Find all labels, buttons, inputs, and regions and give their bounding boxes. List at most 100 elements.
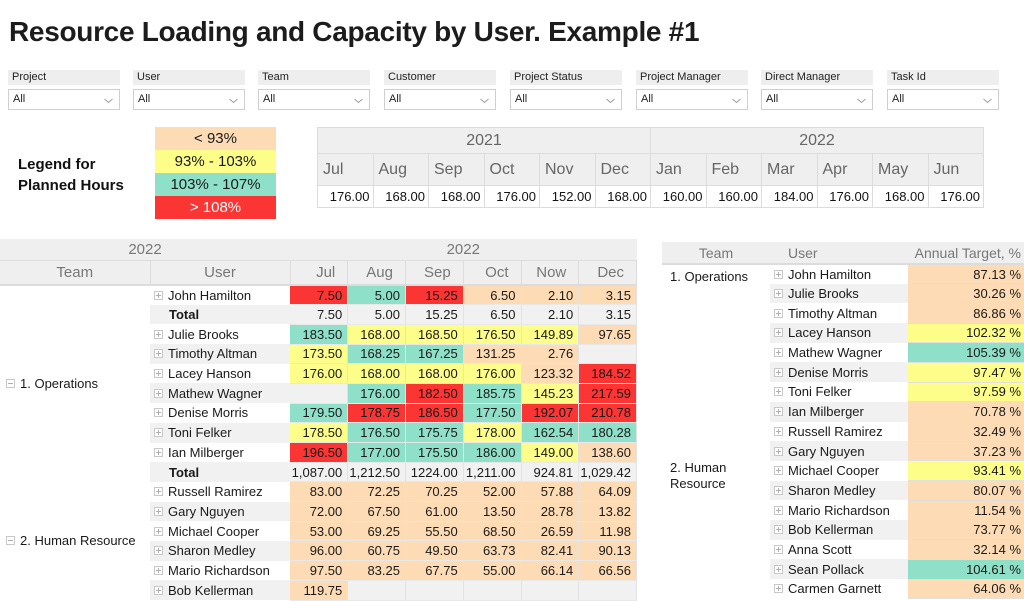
- expand-icon[interactable]: [774, 289, 783, 299]
- month-column-header[interactable]: Jul: [290, 260, 349, 286]
- month-column-header[interactable]: Aug: [347, 260, 406, 286]
- user-cell: Anna Scott: [770, 539, 908, 560]
- user-column-header[interactable]: User: [150, 260, 291, 286]
- expand-icon[interactable]: [774, 348, 783, 358]
- month-column-header[interactable]: Now: [521, 260, 580, 286]
- value-cell: 186.50: [405, 403, 464, 424]
- expand-icon[interactable]: [774, 544, 783, 554]
- chevron-down-icon[interactable]: [732, 93, 741, 104]
- expand-icon[interactable]: [774, 485, 783, 495]
- month-column-header[interactable]: Dec: [578, 260, 637, 286]
- chevron-down-icon[interactable]: [229, 93, 238, 104]
- team-name: 1. Operations: [20, 376, 99, 392]
- value-cell: 61.00: [405, 501, 464, 522]
- month-column-header[interactable]: Sep: [405, 260, 464, 286]
- chevron-down-icon[interactable]: [104, 93, 113, 104]
- team-name: 2. Human Resource: [20, 533, 136, 549]
- total-label: Total: [169, 464, 200, 480]
- project-status-dropdown[interactable]: All: [510, 89, 622, 110]
- expand-icon[interactable]: [774, 446, 783, 456]
- value-cell: [405, 580, 464, 601]
- expand-icon[interactable]: [774, 308, 783, 318]
- user-name: Denise Morris: [788, 364, 869, 380]
- project-dropdown[interactable]: All: [8, 89, 120, 110]
- expand-icon[interactable]: [154, 290, 163, 300]
- loading-year-left: 2022: [0, 239, 290, 261]
- chevron-down-icon[interactable]: [606, 93, 615, 104]
- user-name: Anna Scott: [788, 541, 852, 557]
- expand-icon[interactable]: [774, 407, 783, 417]
- value-cell: 70.25: [405, 481, 464, 503]
- value-cell: 185.75: [463, 383, 522, 404]
- capacity-year-header: 2022: [650, 127, 984, 154]
- collapse-icon[interactable]: [6, 536, 15, 546]
- user-name: John Hamilton: [788, 266, 872, 282]
- expand-icon[interactable]: [774, 505, 783, 515]
- expand-icon[interactable]: [154, 349, 163, 359]
- expand-icon[interactable]: [154, 585, 163, 595]
- expand-icon[interactable]: [154, 565, 163, 575]
- expand-icon[interactable]: [154, 428, 163, 438]
- project-manager-dropdown[interactable]: All: [636, 89, 748, 110]
- value-cell: 63.73: [463, 540, 522, 562]
- expand-icon[interactable]: [154, 408, 163, 418]
- capacity-month-row: Jul Aug Sep Oct Nov Dec Jan Feb Mar Apr May Jun: [317, 153, 984, 186]
- capacity-month-header: Nov: [539, 153, 596, 186]
- chevron-down-icon[interactable]: [480, 93, 489, 104]
- expand-icon[interactable]: [154, 369, 163, 379]
- expand-icon[interactable]: [774, 466, 783, 476]
- chevron-down-icon[interactable]: [857, 93, 866, 104]
- expand-icon[interactable]: [154, 388, 163, 398]
- user-cell: Russell Ramirez: [150, 481, 290, 502]
- value-cell: 13.50: [463, 501, 522, 522]
- collapse-icon[interactable]: [6, 379, 15, 389]
- expand-icon[interactable]: [774, 387, 783, 397]
- month-column-header[interactable]: Oct: [463, 260, 522, 286]
- team-column-header[interactable]: Team: [0, 260, 151, 286]
- value-cell: 67.50: [347, 501, 406, 522]
- expand-icon[interactable]: [774, 525, 783, 535]
- expand-icon[interactable]: [154, 447, 163, 457]
- user-name: Toni Felker: [168, 425, 232, 441]
- expand-icon[interactable]: [774, 426, 783, 436]
- user-cell: Carmen Garnett: [770, 579, 908, 599]
- annual-target-value: 30.26 %: [908, 283, 1024, 304]
- annual-target-table: Team User Annual Target, % 1. Operations Joh…: [662, 242, 1024, 600]
- team-dropdown[interactable]: All: [258, 89, 370, 110]
- value-cell: 168.00: [405, 363, 464, 384]
- capacity-month-header: Jan: [650, 153, 707, 186]
- team-column-header[interactable]: Team: [662, 242, 770, 265]
- value-cell: 177.50: [463, 403, 522, 424]
- expand-icon[interactable]: [774, 367, 783, 377]
- user-name: Julie Brooks: [168, 326, 239, 342]
- task-id-dropdown[interactable]: All: [887, 89, 999, 110]
- value-cell: 145.23: [521, 383, 580, 404]
- expand-icon[interactable]: [154, 546, 163, 556]
- expand-icon[interactable]: [154, 526, 163, 536]
- expand-icon[interactable]: [774, 328, 783, 338]
- annual-target-value: 97.59 %: [908, 382, 1024, 403]
- legend-title-line2: Planned Hours: [18, 177, 124, 194]
- expand-icon[interactable]: [154, 487, 163, 497]
- value-cell: 168.25: [347, 344, 406, 365]
- user-name: Sean Pollack: [788, 561, 864, 577]
- direct-manager-dropdown[interactable]: All: [761, 89, 873, 110]
- user-column-header[interactable]: User: [770, 242, 908, 265]
- expand-icon[interactable]: [154, 329, 163, 339]
- filter-customer: Customer All: [384, 70, 496, 110]
- user-name: Mario Richardson: [788, 502, 890, 518]
- expand-icon[interactable]: [774, 269, 783, 279]
- capacity-value: 176.00: [483, 185, 540, 208]
- user-dropdown[interactable]: All: [133, 89, 245, 110]
- value-cell: 6.50: [463, 304, 522, 325]
- expand-icon[interactable]: [154, 506, 163, 516]
- chevron-down-icon[interactable]: [354, 93, 363, 104]
- expand-icon[interactable]: [774, 564, 783, 574]
- expand-icon[interactable]: [774, 584, 783, 594]
- chevron-down-icon[interactable]: [983, 93, 992, 104]
- legend-item-red: > 108%: [155, 196, 276, 219]
- dropdown-value: All: [641, 93, 654, 105]
- annual-target-column-header[interactable]: Annual Target, %: [908, 242, 1024, 265]
- user-cell: Bob Kellerman: [770, 519, 908, 540]
- customer-dropdown[interactable]: All: [384, 89, 496, 110]
